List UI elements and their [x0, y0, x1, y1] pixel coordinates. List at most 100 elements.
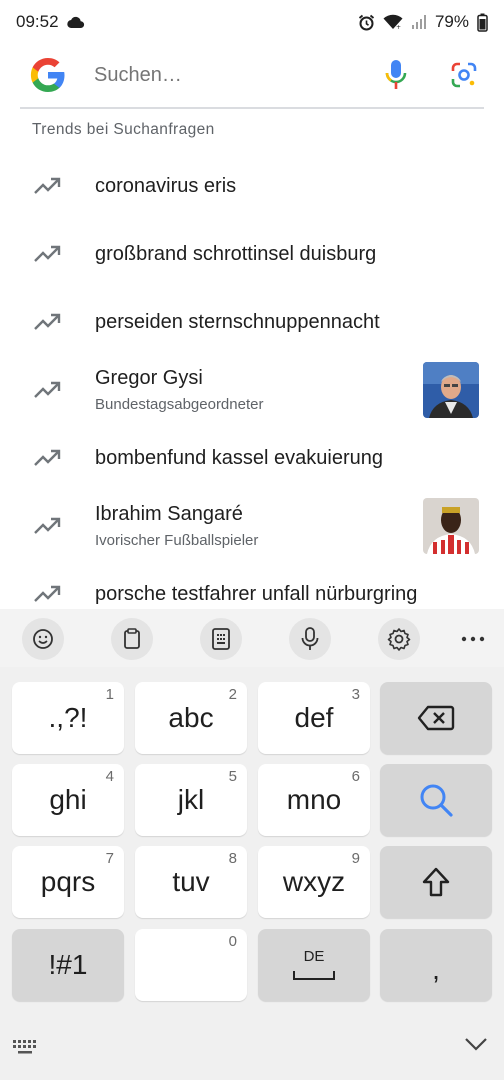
- person-thumbnail: [423, 362, 479, 418]
- space-key-0[interactable]: 0: [135, 929, 247, 1001]
- trend-item[interactable]: perseiden sternschnuppennacht: [0, 288, 504, 356]
- trend-list: coronavirus eris großbrand schrottinsel …: [0, 152, 504, 608]
- trend-subtitle: Bundestagsabgeordneter: [95, 396, 264, 413]
- trending-up-icon: [34, 245, 61, 262]
- comma-key[interactable]: ,: [380, 929, 492, 1001]
- trending-up-icon: [34, 585, 61, 602]
- trend-text: coronavirus eris: [95, 175, 236, 198]
- key-5[interactable]: jkl 5: [135, 764, 247, 836]
- keyboard: .,?! 1 abc 2 def 3 ghi 4 jkl 5 mno 6 pqr…: [0, 667, 504, 1080]
- key-4[interactable]: ghi 4: [12, 764, 124, 836]
- key-label: jkl: [177, 784, 205, 815]
- trend-item[interactable]: Ibrahim Sangaré Ivorischer Fußballspiele…: [0, 492, 504, 560]
- signal-icon: [411, 14, 427, 30]
- key-3[interactable]: def 3: [258, 682, 370, 754]
- trends-heading: Trends bei Suchanfragen: [32, 121, 215, 138]
- key-8[interactable]: tuv 8: [135, 846, 247, 918]
- key-number: 3: [351, 686, 360, 703]
- wifi-icon: +: [383, 14, 403, 30]
- status-bar: 09:52 + 79%: [0, 0, 504, 44]
- trend-title: coronavirus eris: [95, 174, 237, 197]
- key-label: ,: [432, 954, 440, 985]
- trend-text: Ibrahim Sangaré Ivorischer Fußballspiele…: [95, 503, 258, 549]
- trending-up-icon: [34, 177, 61, 194]
- keyboard-switch-icon[interactable]: [12, 1037, 38, 1057]
- trend-title: perseiden sternschnuppennacht: [95, 310, 380, 333]
- shift-key[interactable]: [380, 846, 492, 918]
- trend-subtitle: Ivorischer Fußballspieler: [95, 532, 259, 549]
- voice-input-icon[interactable]: [289, 618, 331, 660]
- key-label: ghi: [49, 784, 87, 815]
- trend-item[interactable]: porsche testfahrer unfall nürburgring: [0, 560, 504, 608]
- trend-text: perseiden sternschnuppennacht: [95, 311, 380, 334]
- trending-up-icon: [34, 313, 61, 330]
- more-icon[interactable]: [452, 618, 494, 660]
- language-space-key[interactable]: DE: [258, 929, 370, 1001]
- space-bar-icon: [293, 970, 335, 980]
- search-input[interactable]: [94, 55, 376, 95]
- microphone-icon[interactable]: [376, 55, 416, 95]
- key-label: wxyz: [282, 866, 346, 897]
- key-label: !#1: [48, 949, 88, 980]
- key-1[interactable]: .,?! 1: [12, 682, 124, 754]
- key-label: abc: [168, 702, 214, 733]
- symbols-key[interactable]: !#1: [12, 929, 124, 1001]
- backspace-icon: [417, 705, 455, 731]
- trend-item[interactable]: großbrand schrottinsel duisburg: [0, 220, 504, 288]
- key-number: 9: [351, 850, 360, 867]
- lens-camera-icon[interactable]: [444, 55, 484, 95]
- trending-up-icon: [34, 517, 61, 534]
- google-logo-icon: [28, 55, 68, 95]
- trend-title: großbrand schrottinsel duisburg: [95, 242, 377, 265]
- key-7[interactable]: pqrs 7: [12, 846, 124, 918]
- key-number: 7: [105, 850, 114, 867]
- key-number: 0: [228, 933, 237, 950]
- trend-text: porsche testfahrer unfall nürburgring: [95, 583, 417, 606]
- trend-title: Gregor Gysi: [95, 367, 203, 389]
- search-key-icon: [420, 784, 453, 817]
- keyboard-toolbar: [0, 609, 504, 667]
- settings-icon[interactable]: [378, 618, 420, 660]
- hide-keyboard-icon[interactable]: [464, 1037, 488, 1057]
- trend-title: Ibrahim Sangaré: [95, 503, 243, 525]
- battery-percent: 79%: [434, 12, 469, 31]
- clipboard-icon[interactable]: [111, 618, 153, 660]
- key-number: 2: [228, 686, 237, 703]
- trending-up-icon: [34, 449, 61, 466]
- key-label: .,?!: [48, 702, 88, 733]
- alarm-icon: [358, 14, 375, 31]
- search-divider: [20, 107, 484, 109]
- shift-icon: [422, 867, 450, 897]
- key-number: 5: [228, 768, 237, 785]
- backspace-key[interactable]: [380, 682, 492, 754]
- battery-icon: [477, 13, 488, 32]
- key-number: 6: [351, 768, 360, 785]
- trend-title: porsche testfahrer unfall nürburgring: [95, 582, 418, 605]
- emoji-icon[interactable]: [22, 618, 64, 660]
- trend-text: bombenfund kassel evakuierung: [95, 447, 383, 470]
- key-number: 1: [105, 686, 114, 703]
- key-label: pqrs: [40, 866, 96, 897]
- key-number: 4: [105, 768, 114, 785]
- trend-item[interactable]: bombenfund kassel evakuierung: [0, 424, 504, 492]
- key-6[interactable]: mno 6: [258, 764, 370, 836]
- key-2[interactable]: abc 2: [135, 682, 247, 754]
- trend-text: großbrand schrottinsel duisburg: [95, 243, 376, 266]
- key-number: 8: [228, 850, 237, 867]
- key-label: def: [294, 702, 334, 733]
- status-left: 09:52: [16, 12, 85, 32]
- search-bar[interactable]: [20, 44, 484, 106]
- key-label: mno: [286, 784, 342, 815]
- search-key[interactable]: [380, 764, 492, 836]
- trend-item[interactable]: Gregor Gysi Bundestagsabgeordneter: [0, 356, 504, 424]
- trend-text: Gregor Gysi Bundestagsabgeordneter: [95, 367, 263, 413]
- person-thumbnail: [423, 498, 479, 554]
- key-9[interactable]: wxyz 9: [258, 846, 370, 918]
- trend-item[interactable]: coronavirus eris: [0, 152, 504, 220]
- cloud-icon: [66, 16, 85, 29]
- language-label: DE: [303, 947, 325, 965]
- keypad-icon[interactable]: [200, 618, 242, 660]
- svg-text:+: +: [396, 24, 401, 30]
- trending-up-icon: [34, 381, 61, 398]
- status-right: + 79%: [358, 12, 488, 32]
